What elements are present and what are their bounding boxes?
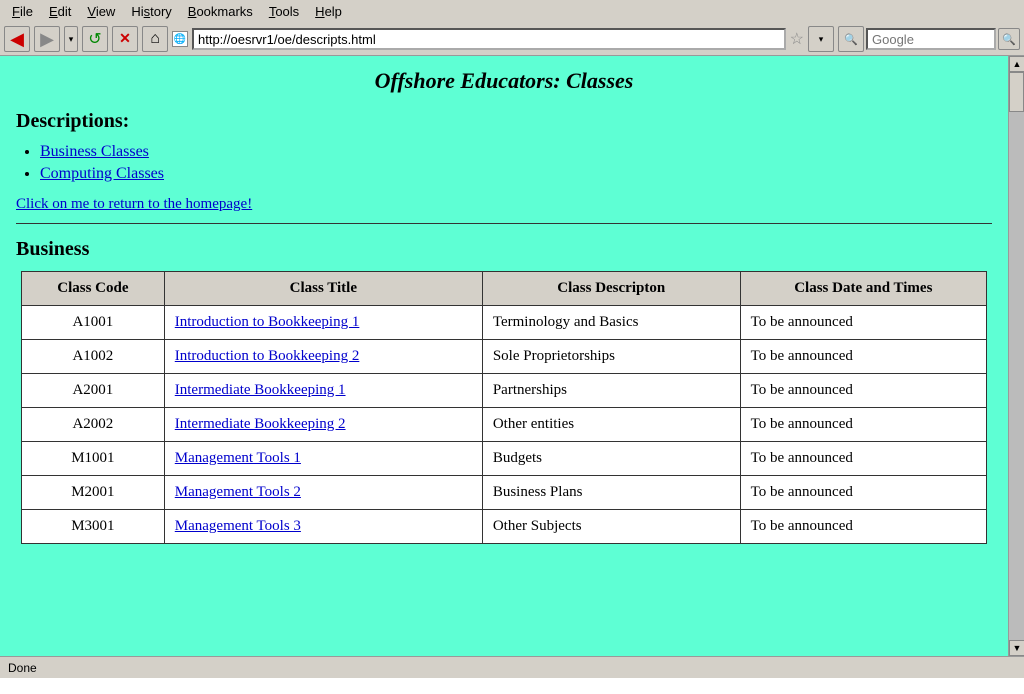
cell-dates: To be announced: [740, 510, 986, 544]
page-content: Offshore Educators: Classes Descriptions…: [0, 56, 1008, 656]
cell-description: Budgets: [482, 442, 740, 476]
descriptions-heading: Descriptions:: [16, 110, 992, 133]
cell-title: Management Tools 1: [164, 442, 482, 476]
page-title: Offshore Educators: Classes: [16, 68, 992, 94]
class-title-link[interactable]: Intermediate Bookkeeping 1: [175, 382, 346, 398]
table-row: A1002 Introduction to Bookkeeping 2 Sole P…: [22, 340, 987, 374]
menu-help[interactable]: Help: [307, 2, 350, 21]
scrollbar-up-button[interactable]: ▲: [1009, 56, 1024, 72]
address-input[interactable]: [192, 28, 786, 50]
cell-description: Sole Proprietorships: [482, 340, 740, 374]
table-row: A2001 Intermediate Bookkeeping 1 Partnersh…: [22, 374, 987, 408]
cell-title: Intermediate Bookkeeping 1: [164, 374, 482, 408]
cell-code: A1002: [22, 340, 165, 374]
divider: [16, 223, 992, 224]
address-bar-container: 🌐 ☆ ▾: [172, 26, 834, 52]
cell-code: M2001: [22, 476, 165, 510]
cell-description: Terminology and Basics: [482, 306, 740, 340]
class-table: Class Code Class Title Class Descripton …: [21, 271, 987, 544]
toolbar: ◀ ▶ ▾ ↺ ✕ ⌂ 🌐 ☆ ▾ 🔍 🔍: [0, 23, 1024, 55]
col-header-title: Class Title: [164, 272, 482, 306]
forward-button[interactable]: ▶: [34, 26, 60, 52]
list-item: Computing Classes: [40, 165, 992, 183]
search-engine-icon[interactable]: 🔍: [838, 26, 864, 52]
cell-title: Intermediate Bookkeeping 2: [164, 408, 482, 442]
table-row: A2002 Intermediate Bookkeeping 2 Other ent…: [22, 408, 987, 442]
cell-code: A2002: [22, 408, 165, 442]
menu-edit[interactable]: Edit: [41, 2, 79, 21]
back-button[interactable]: ◀: [4, 26, 30, 52]
cell-code: A2001: [22, 374, 165, 408]
cell-title: Introduction to Bookkeeping 1: [164, 306, 482, 340]
search-container: 🔍 🔍: [838, 26, 1020, 52]
cell-title: Management Tools 3: [164, 510, 482, 544]
table-row: M1001 Management Tools 1 BudgetsTo be anno…: [22, 442, 987, 476]
reload-button[interactable]: ↺: [82, 26, 108, 52]
scrollbar-down-button[interactable]: ▼: [1009, 640, 1024, 656]
col-header-code: Class Code: [22, 272, 165, 306]
class-title-link[interactable]: Intermediate Bookkeeping 2: [175, 416, 346, 432]
table-header-row: Class Code Class Title Class Descripton …: [22, 272, 987, 306]
class-title-link[interactable]: Management Tools 2: [175, 484, 301, 500]
search-input[interactable]: [866, 28, 996, 50]
cell-dates: To be announced: [740, 476, 986, 510]
cell-dates: To be announced: [740, 340, 986, 374]
nav-dropdown-button[interactable]: ▾: [64, 26, 78, 52]
scrollbar: ▲ ▼: [1008, 56, 1024, 656]
class-title-link[interactable]: Introduction to Bookkeeping 1: [175, 314, 360, 330]
cell-description: Other entities: [482, 408, 740, 442]
list-item: Business Classes: [40, 143, 992, 161]
table-row: M3001 Management Tools 3 Other SubjectsTo …: [22, 510, 987, 544]
cell-description: Business Plans: [482, 476, 740, 510]
browser-chrome: File Edit View History Bookmarks Tools H…: [0, 0, 1024, 56]
cell-description: Other Subjects: [482, 510, 740, 544]
menu-bar: File Edit View History Bookmarks Tools H…: [0, 0, 1024, 23]
content-wrapper: Offshore Educators: Classes Descriptions…: [0, 56, 1024, 656]
cell-dates: To be announced: [740, 374, 986, 408]
homepage-link[interactable]: Click on me to return to the homepage!: [16, 196, 252, 212]
business-classes-link[interactable]: Business Classes: [40, 143, 149, 160]
col-header-dates: Class Date and Times: [740, 272, 986, 306]
business-heading: Business: [16, 238, 992, 261]
cell-title: Management Tools 2: [164, 476, 482, 510]
class-title-link[interactable]: Introduction to Bookkeeping 2: [175, 348, 360, 364]
menu-history[interactable]: History: [123, 2, 179, 21]
stop-button[interactable]: ✕: [112, 26, 138, 52]
cell-dates: To be announced: [740, 408, 986, 442]
cell-code: A1001: [22, 306, 165, 340]
bookmark-star-icon[interactable]: ☆: [790, 29, 804, 49]
cell-description: Partnerships: [482, 374, 740, 408]
menu-file[interactable]: File: [4, 2, 41, 21]
nav-links-list: Business Classes Computing Classes: [16, 143, 992, 183]
cell-code: M1001: [22, 442, 165, 476]
table-row: M2001 Management Tools 2 Business PlansTo …: [22, 476, 987, 510]
col-header-description: Class Descripton: [482, 272, 740, 306]
scrollbar-track[interactable]: [1009, 72, 1024, 640]
search-go-button[interactable]: 🔍: [998, 28, 1020, 50]
status-text: Done: [8, 661, 37, 675]
class-title-link[interactable]: Management Tools 1: [175, 450, 301, 466]
table-row: A1001 Introduction to Bookkeeping 1 Termin…: [22, 306, 987, 340]
cell-dates: To be announced: [740, 306, 986, 340]
computing-classes-link[interactable]: Computing Classes: [40, 165, 164, 182]
cell-title: Introduction to Bookkeeping 2: [164, 340, 482, 374]
cell-dates: To be announced: [740, 442, 986, 476]
star-dropdown-button[interactable]: ▾: [808, 26, 834, 52]
cell-code: M3001: [22, 510, 165, 544]
menu-view[interactable]: View: [79, 2, 123, 21]
address-icon: 🌐: [172, 31, 188, 47]
scrollbar-thumb[interactable]: [1009, 72, 1024, 112]
home-button[interactable]: ⌂: [142, 26, 168, 52]
menu-bookmarks[interactable]: Bookmarks: [180, 2, 261, 21]
menu-tools[interactable]: Tools: [261, 2, 307, 21]
status-bar: Done: [0, 656, 1024, 678]
class-title-link[interactable]: Management Tools 3: [175, 518, 301, 534]
